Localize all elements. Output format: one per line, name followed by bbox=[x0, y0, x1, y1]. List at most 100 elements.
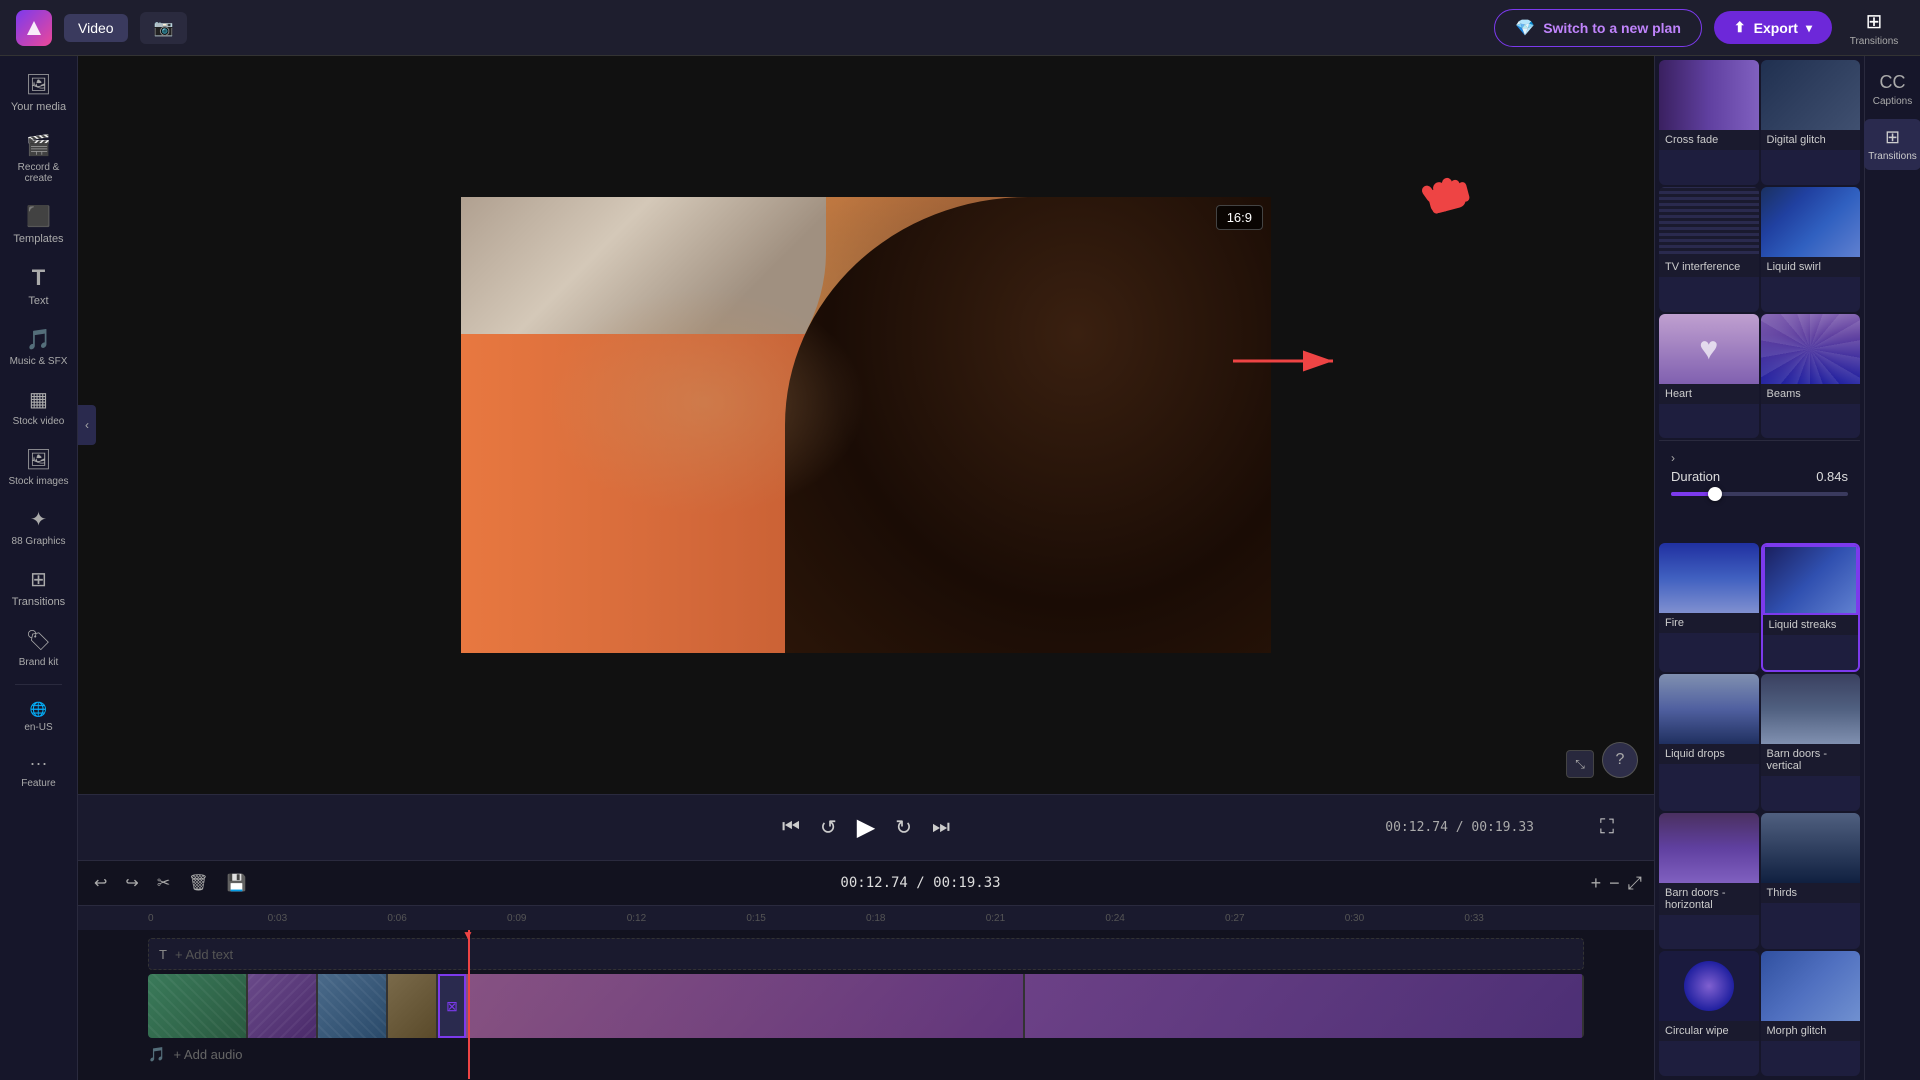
timeline-playhead[interactable] bbox=[468, 930, 470, 1079]
panel-collapse-btn[interactable]: ‹ bbox=[78, 405, 96, 445]
delete-btn[interactable]: 🗑 bbox=[184, 869, 212, 897]
sidebar-item-templates[interactable]: ⬛ Templates bbox=[4, 196, 74, 253]
fullscreen-btn[interactable]: ⛶ bbox=[1600, 816, 1614, 839]
skip-back-btn[interactable]: ⏮ bbox=[782, 816, 800, 839]
sidebar-item-more[interactable]: ··· Feature bbox=[4, 745, 74, 797]
track-clip-4[interactable] bbox=[388, 974, 438, 1038]
text-track[interactable]: T + Add text bbox=[148, 938, 1584, 970]
zoom-in-btn[interactable]: + bbox=[1591, 873, 1602, 894]
transition-thumb-cross-fade bbox=[1659, 60, 1759, 130]
transitions-icon: ⊞ bbox=[30, 567, 47, 592]
transition-thumb-digital-glitch bbox=[1761, 60, 1861, 130]
transition-card-liquid-drops[interactable]: Liquid drops bbox=[1659, 674, 1759, 811]
track-clip-1[interactable] bbox=[148, 974, 248, 1038]
transition-thumb-barn-doors-h bbox=[1659, 813, 1759, 883]
save-btn[interactable]: 💾 bbox=[223, 869, 251, 897]
transition-card-liquid-swirl[interactable]: Liquid swirl bbox=[1761, 187, 1861, 312]
transition-card-digital-glitch[interactable]: Digital glitch bbox=[1761, 60, 1861, 185]
stock-video-icon: ▦ bbox=[29, 387, 48, 412]
templates-icon: ⬛ bbox=[26, 204, 51, 229]
transition-card-thirds[interactable]: Thirds bbox=[1761, 813, 1861, 950]
captions-btn[interactable]: CC Captions bbox=[1869, 64, 1916, 115]
sidebar-item-transitions[interactable]: ⊞ Transitions bbox=[4, 559, 74, 616]
sidebar-item-graphics[interactable]: ✦ 88 Graphics bbox=[4, 499, 74, 555]
duration-slider[interactable] bbox=[1671, 492, 1848, 496]
rewind-5-btn[interactable]: ↺ bbox=[820, 815, 837, 840]
media-icon: 🖼 bbox=[26, 72, 51, 97]
transition-card-tv-interference[interactable]: TV interference bbox=[1659, 187, 1759, 312]
timeline-ruler: 0 0:03 0:06 0:09 0:12 0:15 0:18 0:21 0:2… bbox=[78, 906, 1654, 930]
transition-label-liquid-swirl: Liquid swirl bbox=[1761, 257, 1861, 277]
transition-label-thirds: Thirds bbox=[1761, 883, 1861, 903]
sidebar-item-your-media[interactable]: 🖼 Your media bbox=[4, 64, 74, 121]
video-content bbox=[461, 197, 1271, 653]
transition-label-liquid-streaks: Liquid streaks bbox=[1763, 615, 1859, 635]
transition-card-liquid-streaks[interactable]: Liquid streaks bbox=[1761, 543, 1861, 672]
track-clip-5[interactable] bbox=[466, 974, 1025, 1038]
transitions-right-btn[interactable]: ⊞ Transitions bbox=[1864, 119, 1920, 170]
camera-btn[interactable]: 📷 bbox=[140, 12, 188, 44]
transition-label-liquid-drops: Liquid drops bbox=[1659, 744, 1759, 764]
cut-btn[interactable]: ✂ bbox=[153, 869, 174, 897]
transition-thumb-morph-glitch bbox=[1761, 951, 1861, 1021]
timeline-area: ↩ ↪ ✂ 🗑 💾 00:12.74 / 00:19.33 + − ⤢ 0 0:… bbox=[78, 860, 1654, 1080]
text-icon: T bbox=[32, 265, 45, 291]
transition-card-cross-fade[interactable]: Cross fade bbox=[1659, 60, 1759, 185]
topbar: Video 📷 💎 Switch to a new plan ⬆ Export … bbox=[0, 0, 1920, 56]
transition-card-beams[interactable]: Beams bbox=[1761, 314, 1861, 439]
track-clip-2[interactable] bbox=[248, 974, 318, 1038]
undo-btn[interactable]: ↩ bbox=[90, 869, 111, 897]
duration-label: Duration bbox=[1671, 469, 1720, 484]
graphics-icon: ✦ bbox=[30, 507, 47, 532]
transition-thumb-liquid-swirl bbox=[1761, 187, 1861, 257]
transitions-sidebar-icon[interactable]: ⊞ Transitions bbox=[1844, 9, 1904, 47]
transitions-grid: Cross fade Digital glitch TV interferenc… bbox=[1655, 56, 1864, 1080]
video-frame: 16:9 bbox=[461, 197, 1271, 653]
play-btn[interactable]: ▶ bbox=[857, 813, 875, 842]
switch-plan-btn[interactable]: 💎 Switch to a new plan bbox=[1494, 9, 1702, 47]
sidebar-item-text[interactable]: T Text bbox=[4, 257, 74, 315]
export-btn[interactable]: ⬆ Export ▾ bbox=[1714, 11, 1832, 44]
transition-label-barn-doors-v: Barn doors - vertical bbox=[1761, 744, 1861, 776]
sidebar-item-stock-images[interactable]: 🖼 Stock images bbox=[4, 439, 74, 495]
time-display: 00:12.74 / 00:19.33 bbox=[1385, 820, 1534, 835]
sidebar-item-music[interactable]: 🎵 Music & SFX bbox=[4, 319, 74, 375]
sidebar-item-brand-kit[interactable]: 🏷 Brand kit bbox=[4, 620, 74, 676]
add-audio-track[interactable]: 🎵 + Add audio bbox=[78, 1038, 1654, 1071]
collapse-preview-btn[interactable]: ⤡ bbox=[1566, 750, 1594, 778]
timeline-timecode: 00:12.74 / 00:19.33 bbox=[260, 875, 1580, 891]
skip-forward-btn[interactable]: ⏭ bbox=[932, 816, 950, 839]
duration-slider-thumb[interactable] bbox=[1708, 487, 1722, 501]
redo-btn[interactable]: ↪ bbox=[121, 869, 142, 897]
transition-thumb-heart bbox=[1659, 314, 1759, 384]
transition-label-morph-glitch: Morph glitch bbox=[1761, 1021, 1861, 1041]
transition-card-heart[interactable]: Heart bbox=[1659, 314, 1759, 439]
fit-btn[interactable]: ⤢ bbox=[1628, 873, 1642, 894]
sidebar-item-record-create[interactable]: 🎬 Record & create bbox=[4, 125, 74, 192]
transition-marker[interactable]: ⊠ bbox=[438, 974, 466, 1038]
transition-card-circular-wipe[interactable]: Circular wipe bbox=[1659, 951, 1759, 1076]
transition-label-beams: Beams bbox=[1761, 384, 1861, 404]
video-tab[interactable]: Video bbox=[64, 14, 128, 42]
timeline-toolbar: ↩ ↪ ✂ 🗑 💾 00:12.74 / 00:19.33 + − ⤢ bbox=[78, 861, 1654, 906]
stock-images-icon: 🖼 bbox=[26, 447, 51, 472]
sidebar-item-stock-video[interactable]: ▦ Stock video bbox=[4, 379, 74, 435]
captions-sidebar: CC Captions ⊞ Transitions bbox=[1864, 56, 1920, 1080]
transition-card-morph-glitch[interactable]: Morph glitch bbox=[1761, 951, 1861, 1076]
forward-5-btn[interactable]: ↻ bbox=[895, 815, 912, 840]
transition-card-barn-doors-v[interactable]: Barn doors - vertical bbox=[1761, 674, 1861, 811]
sidebar-item-locale[interactable]: 🌐 en-US bbox=[4, 693, 74, 741]
left-sidebar: 🖼 Your media 🎬 Record & create ⬛ Templat… bbox=[0, 56, 78, 1080]
duration-value: 0.84s bbox=[1816, 469, 1848, 484]
transition-label-digital-glitch: Digital glitch bbox=[1761, 130, 1861, 150]
brand-icon: 🏷 bbox=[26, 628, 51, 653]
transition-label-circular-wipe: Circular wipe bbox=[1659, 1021, 1759, 1041]
help-btn[interactable]: ? bbox=[1602, 742, 1638, 778]
zoom-out-btn[interactable]: − bbox=[1609, 873, 1620, 894]
transition-card-fire[interactable]: Fire bbox=[1659, 543, 1759, 672]
track-clip-6[interactable] bbox=[1025, 974, 1584, 1038]
transitions-panel: Cross fade Digital glitch TV interferenc… bbox=[1654, 56, 1864, 1080]
transition-card-barn-doors-h[interactable]: Barn doors - horizontal bbox=[1659, 813, 1759, 950]
track-clip-3[interactable] bbox=[318, 974, 388, 1038]
transition-thumb-liquid-drops bbox=[1659, 674, 1759, 744]
